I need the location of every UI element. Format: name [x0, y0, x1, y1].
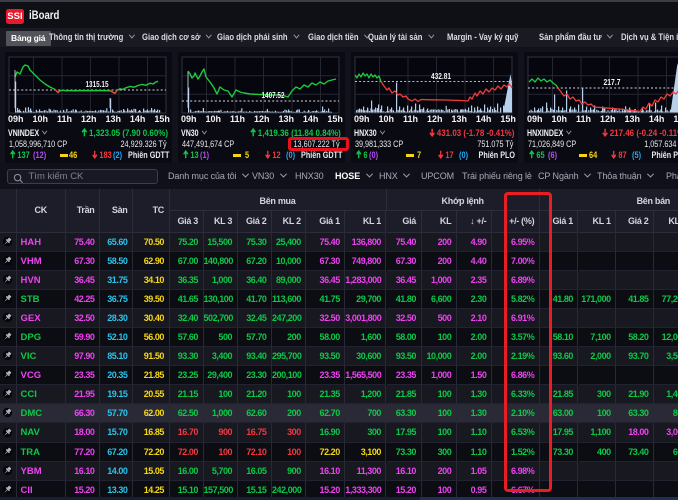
- svg-text:217.7: 217.7: [604, 77, 621, 87]
- svg-text:1407.52: 1407.52: [262, 90, 285, 100]
- svg-text:432.81: 432.81: [431, 71, 451, 81]
- svg-text:1315.15: 1315.15: [86, 79, 109, 89]
